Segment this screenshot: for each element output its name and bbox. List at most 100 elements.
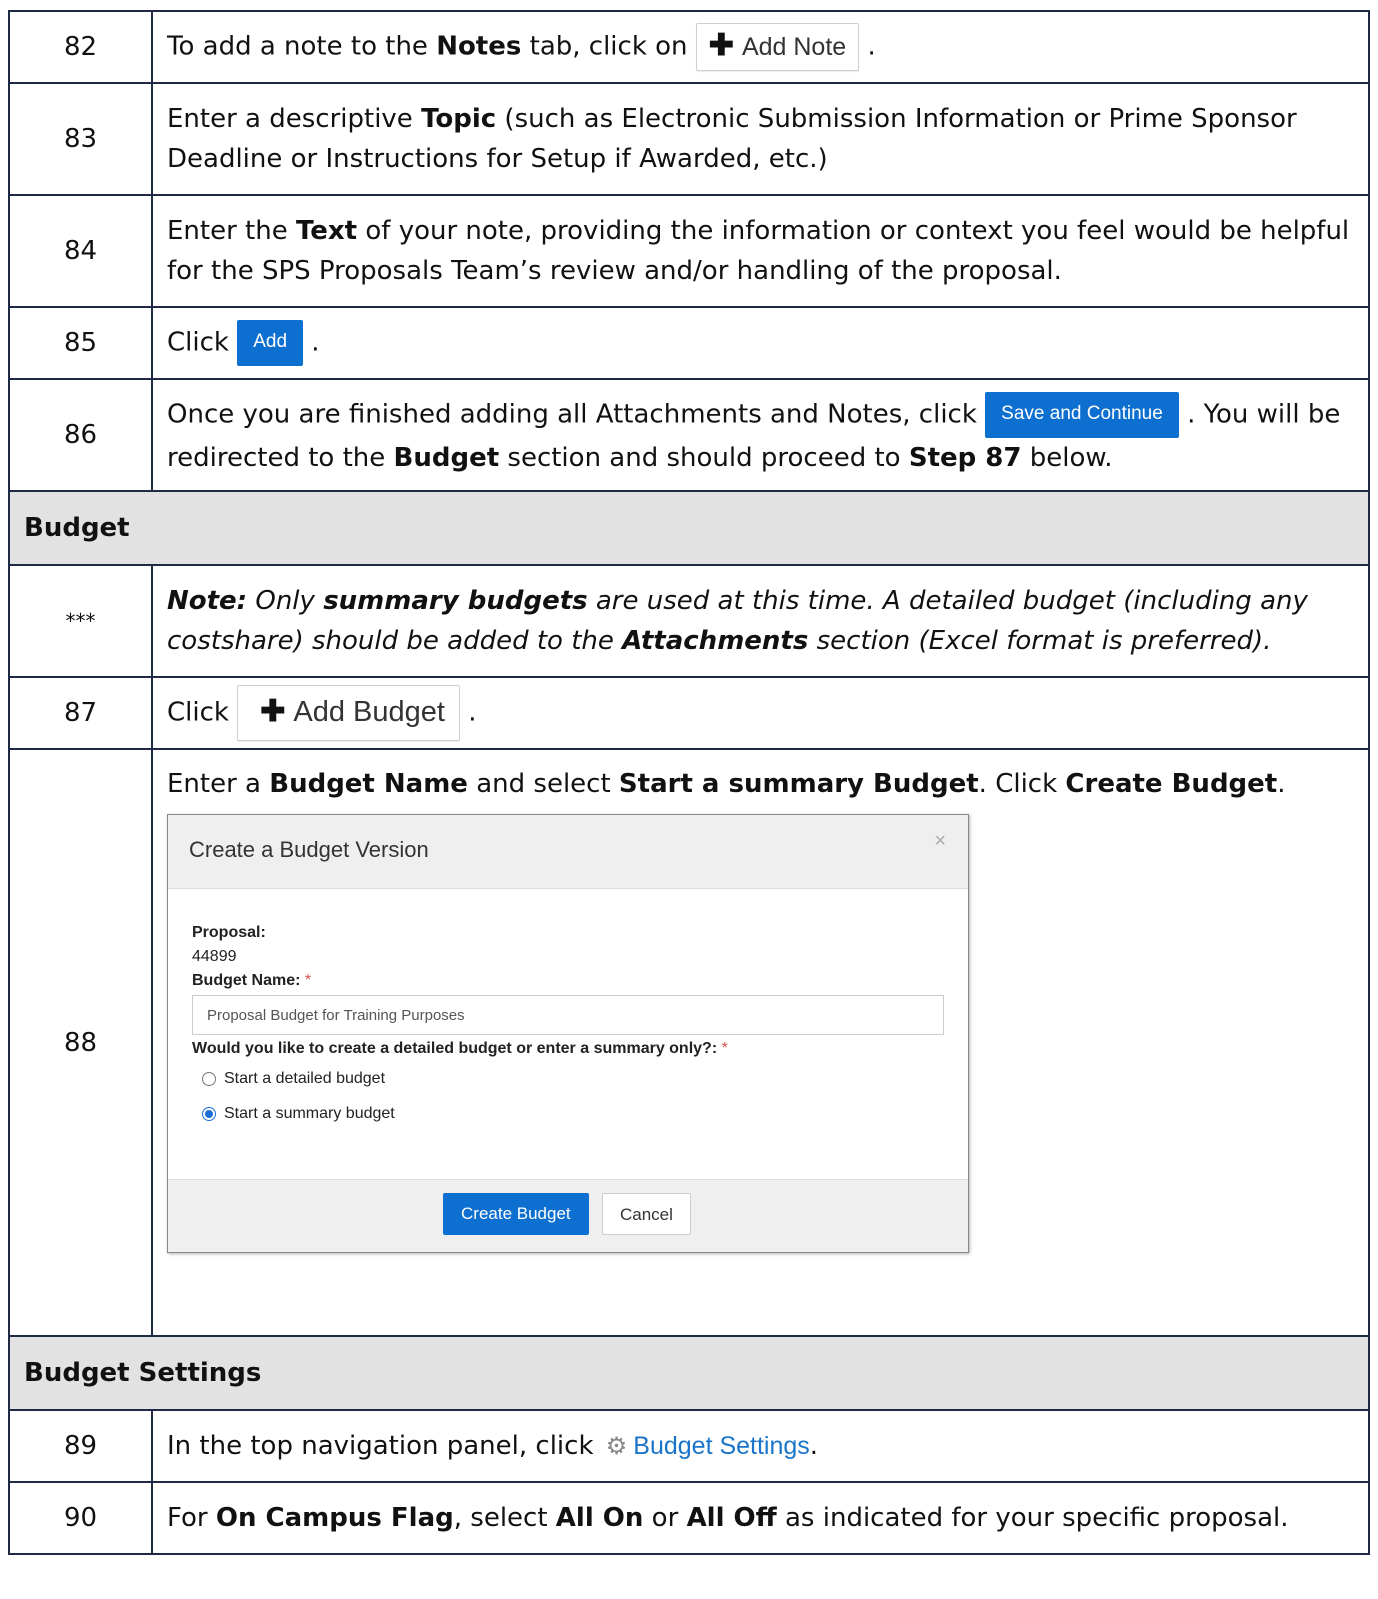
step-row-83: 83 Enter a descriptive Topic (such as El… (8, 82, 1370, 196)
step-number: *** (8, 564, 153, 678)
step-row-90: 90 For On Campus Flag, select All On or … (8, 1481, 1370, 1555)
plus-icon: ✚ (708, 29, 734, 62)
option-detailed-budget[interactable]: Start a detailed budget (202, 1061, 944, 1096)
section-row-budget-settings: Budget Settings (8, 1335, 1370, 1411)
step-row-87: 87 Click ✚ Add Budget . (8, 676, 1370, 750)
bold-segment: Start a summary Budget (618, 769, 979, 799)
bold-segment: Notes (436, 31, 522, 62)
add-note-label: Add Note (741, 33, 847, 61)
option-label: Start a detailed budget (224, 1069, 386, 1087)
step-number: 85 (8, 306, 153, 380)
step-number: 88 (8, 748, 153, 1337)
step-row-86: 86 Once you are finished adding all Atta… (8, 378, 1370, 492)
bold-segment: All Off (686, 1503, 777, 1533)
step-text: In the top navigation panel, click ⚙ Budg… (151, 1409, 1370, 1483)
add-budget-button[interactable]: ✚ Add Budget (237, 685, 460, 741)
radio-button[interactable] (202, 1071, 216, 1086)
step-text: For On Campus Flag, select All On or All… (151, 1481, 1370, 1555)
text-segment: Click (167, 697, 238, 728)
step-number: 86 (8, 378, 153, 492)
bold-segment: Text (295, 216, 358, 246)
dialog-body: Proposal: 44899 Budget Name: * Proposal … (168, 889, 968, 1131)
required-mark: * (721, 1040, 728, 1057)
bold-segment: Topic (421, 104, 497, 134)
bold-segment: Note: (167, 586, 248, 616)
dialog-footer: Create Budget Cancel (168, 1179, 968, 1252)
bold-segment: summary budgets (323, 586, 588, 616)
add-button[interactable]: Add (237, 320, 304, 366)
create-budget-button[interactable]: Create Budget (443, 1193, 589, 1235)
bold-segment: All On (555, 1503, 644, 1533)
dialog-header: Create a Budget Version × (168, 815, 968, 889)
add-note-button[interactable]: ✚ Add Note (695, 23, 860, 71)
dialog-title: Create a Budget Version (189, 837, 429, 862)
step-text: Click Add . (151, 306, 1370, 380)
section-heading: Budget Settings (8, 1335, 1370, 1411)
instruction-table: 82 To add a note to the Notes tab, click… (8, 10, 1370, 1555)
add-budget-label: Add Budget (293, 696, 445, 728)
save-and-continue-button[interactable]: Save and Continue (985, 392, 1179, 438)
text-segment: Enter the (167, 216, 296, 246)
step-row-84: 84 Enter the Text of your note, providin… (8, 194, 1370, 308)
bold-segment: Attachments (622, 626, 809, 656)
close-icon[interactable]: × (934, 829, 946, 853)
gear-icon: ⚙ (605, 1432, 628, 1461)
step-row-89: 89 In the top navigation panel, click ⚙ B… (8, 1409, 1370, 1483)
cancel-button[interactable]: Cancel (602, 1193, 691, 1235)
note-row: *** Note: Only summary budgets are used … (8, 564, 1370, 678)
budget-name-input[interactable]: Proposal Budget for Training Purposes (192, 995, 944, 1035)
section-row-budget: Budget (8, 490, 1370, 566)
text-segment: Click (167, 327, 238, 358)
step-number: 83 (8, 82, 153, 196)
text-segment: . (1277, 769, 1286, 799)
step-88-instruction: Enter a Budget Name and select Start a s… (167, 764, 1354, 804)
plus-icon: ✚ (260, 695, 286, 728)
budget-name-label: Budget Name: (192, 972, 301, 989)
step-row-88: 88 Enter a Budget Name and select Start … (8, 748, 1370, 1337)
step-text: Enter a Budget Name and select Start a s… (151, 748, 1370, 1337)
text-segment: Once you are finished adding all Attachm… (167, 399, 986, 430)
budget-name-label-row: Budget Name: * (192, 969, 944, 993)
step-number: 90 (8, 1481, 153, 1555)
step-text: Once you are finished adding all Attachm… (151, 378, 1370, 492)
required-mark: * (304, 972, 312, 989)
step-row-85: 85 Click Add . (8, 306, 1370, 380)
text-segment: tab, click on (521, 31, 696, 62)
step-text: Click ✚ Add Budget . (151, 676, 1370, 750)
text-segment: as indicated for your specific proposal. (776, 1503, 1289, 1533)
proposal-label: Proposal: (192, 924, 266, 941)
text-segment: , select (453, 1503, 556, 1533)
step-number: 82 (8, 10, 153, 84)
text-segment: . (867, 31, 876, 62)
step-number: 87 (8, 676, 153, 750)
option-label: Start a summary budget (224, 1104, 395, 1122)
text-segment: . (809, 1430, 819, 1461)
text-segment: . (468, 697, 477, 728)
text-segment: To add a note to the (167, 31, 437, 62)
text-segment: section (Excel format is preferred). (808, 626, 1272, 656)
option-summary-budget[interactable]: Start a summary budget (202, 1096, 944, 1131)
budget-type-question-row: Would you like to create a detailed budg… (192, 1037, 944, 1061)
step-text: Enter a descriptive Topic (such as Elect… (151, 82, 1370, 196)
create-budget-dialog: Create a Budget Version × Proposal: 4489… (167, 814, 969, 1253)
text-segment: Enter a (167, 769, 270, 799)
bold-segment: Create Budget (1065, 769, 1278, 799)
instruction-document: 82 To add a note to the Notes tab, click… (8, 10, 1370, 1555)
budget-settings-link[interactable]: Budget Settings (633, 1432, 810, 1460)
text-segment: or (643, 1503, 687, 1533)
text-segment: section and should proceed to (499, 443, 909, 473)
bold-segment: On Campus Flag (215, 1503, 454, 1533)
radio-button-selected[interactable] (202, 1106, 216, 1121)
note-text: Note: Only summary budgets are used at t… (151, 564, 1370, 678)
step-number: 89 (8, 1409, 153, 1483)
text-segment: In the top navigation panel, click (167, 1430, 602, 1461)
step-number: 84 (8, 194, 153, 308)
text-segment: and select (467, 769, 619, 799)
text-segment: below. (1021, 443, 1113, 473)
step-text: Enter the Text of your note, providing t… (151, 194, 1370, 308)
text-segment: . (311, 327, 320, 358)
step-row-82: 82 To add a note to the Notes tab, click… (8, 10, 1370, 84)
budget-type-question: Would you like to create a detailed budg… (192, 1040, 718, 1057)
text-segment: Only (247, 586, 324, 616)
section-heading: Budget (8, 490, 1370, 566)
